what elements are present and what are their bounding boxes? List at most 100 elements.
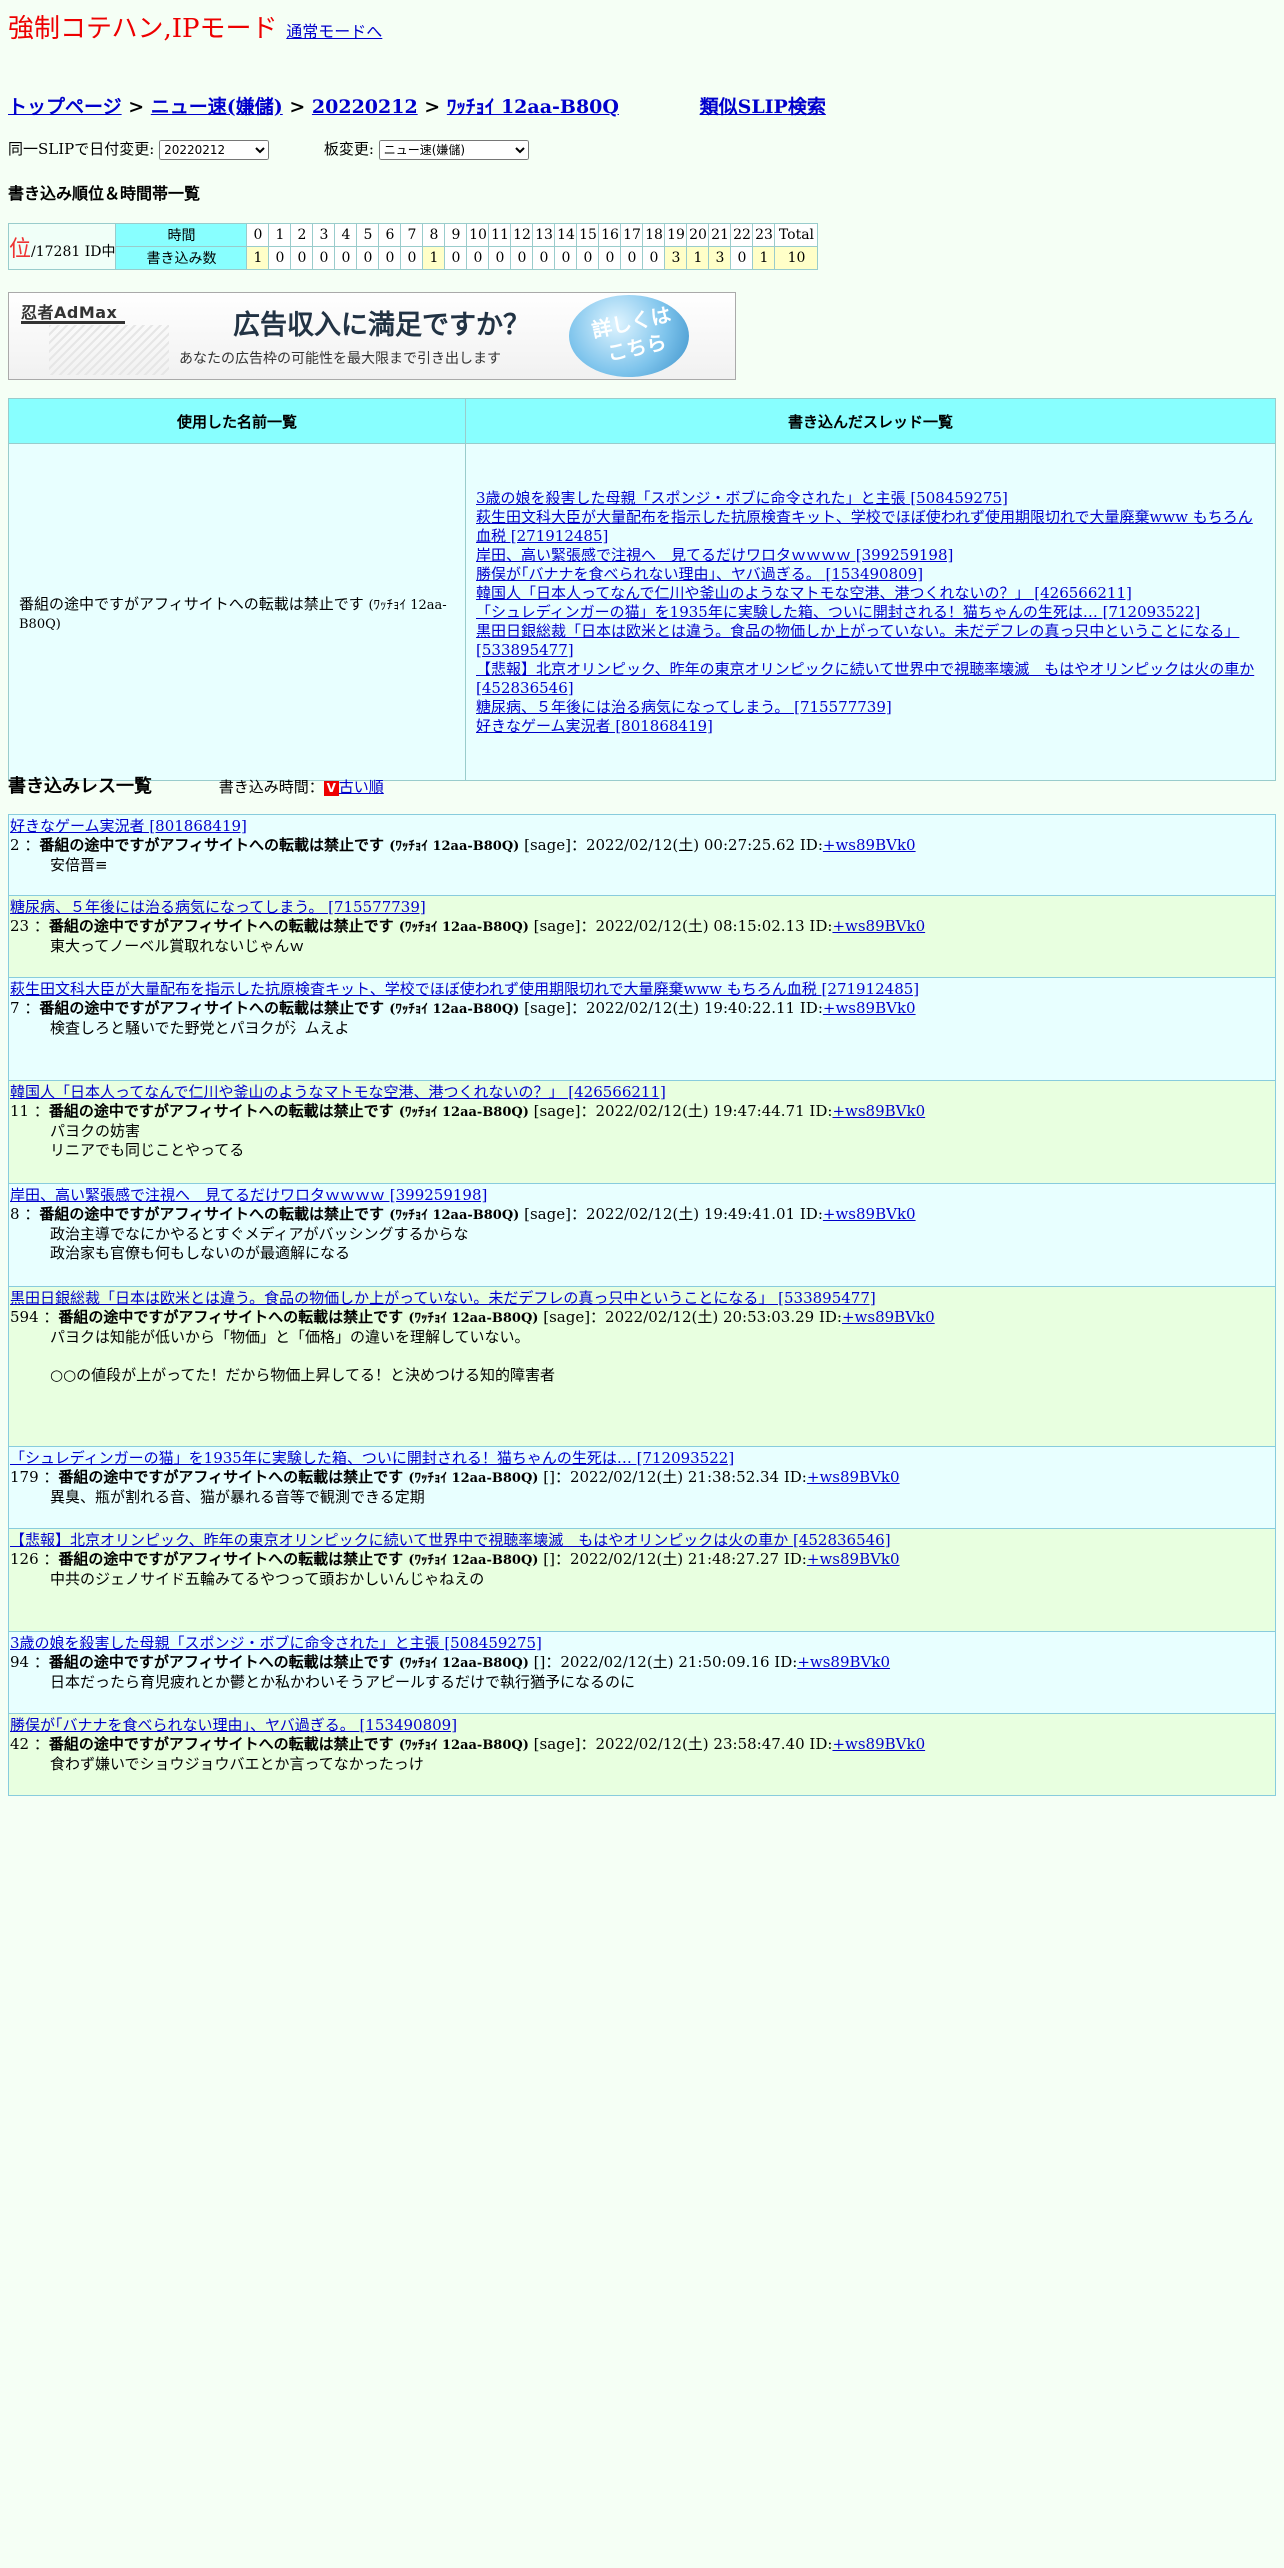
hour-cell: 7	[400, 223, 424, 247]
post-thread-link[interactable]: 「シュレディンガーの猫」を1935年に実験した箱、ついに開封される！猫ちゃんの生…	[10, 1449, 734, 1467]
hour-cell: 11	[488, 223, 512, 247]
thread-link[interactable]: 勝俣が｢バナナを食べられない理由｣、ヤバ過ぎる。 [153490809]	[476, 565, 1265, 584]
post-date: ：2022/02/12(土) 08:15:02.13 ID:	[580, 917, 833, 935]
post-author: 番組の途中ですがアフィサイトへの転載は禁止です (ﾜｯﾁｮｲ 12aa-B80Q…	[49, 1735, 529, 1753]
post-body: 異臭、瓶が割れる音、猫が暴れる音等で観測できる定期	[50, 1488, 425, 1506]
count-cell: 3	[708, 246, 732, 270]
date-select[interactable]: 20220212	[159, 140, 270, 160]
post-mail: [sage]	[533, 1102, 581, 1120]
hour-cell: 15	[576, 223, 600, 247]
board-select[interactable]: ニュー速(嫌儲)	[378, 140, 529, 160]
post-thread-link[interactable]: 韓国人「日本人ってなんで仁川や釜山のようなマトモな空港、港つくれないの？」 [4…	[10, 1083, 666, 1101]
breadcrumb-separator: >	[417, 96, 447, 118]
post-mail: []	[543, 1468, 555, 1486]
post-mail: [sage]	[524, 999, 571, 1017]
post-body: 中共のジェノサイド五輪みてるやつって頭おかしいんじゃねえの	[50, 1570, 485, 1588]
threads-header: 書き込んだスレッド一覧	[465, 398, 1276, 444]
post-id-link[interactable]: +ws89BVk0	[832, 1102, 925, 1120]
similar-slip-search-link[interactable]: 類似SLIP検索	[700, 96, 826, 118]
post-meta: 179 ：番組の途中ですがアフィサイトへの転載は禁止です (ﾜｯﾁｮｲ 12aa…	[10, 1468, 900, 1486]
count-cell: 1	[686, 246, 710, 270]
thread-link[interactable]: 【悲報】北京オリンピック、昨年の東京オリンピックに続いて世界中で視聴率壊滅 もは…	[476, 660, 1265, 698]
names-cell: 番組の途中ですがアフィサイトへの転載は禁止です (ﾜｯﾁｮｲ 12aa-B80Q…	[8, 443, 466, 781]
normal-mode-link[interactable]: 通常モードへ	[286, 22, 382, 41]
post-thread-link[interactable]: 岸田、高い緊張感で注視へ 見てるだけワロタｗｗｗｗ [399259198]	[10, 1186, 487, 1204]
post-id-link[interactable]: +ws89BVk0	[832, 917, 925, 935]
ad-brand-logo: 忍者AdMax	[21, 303, 118, 322]
post-id-link[interactable]: +ws89BVk0	[842, 1308, 935, 1326]
hour-row: 位/17281 ID中 時間 0 1 2 3 4 5 6 7 8 9 10 11…	[7, 223, 819, 270]
post-author: 番組の途中ですがアフィサイトへの転載は禁止です (ﾜｯﾁｮｲ 12aa-B80Q…	[39, 836, 519, 854]
post-id-link[interactable]: +ws89BVk0	[797, 1653, 890, 1671]
post-id-link[interactable]: +ws89BVk0	[807, 1468, 900, 1486]
ad-decoration	[49, 325, 169, 375]
count-cell: 0	[620, 246, 644, 270]
post-body: 食わず嫌いでショウジョウバエとか言ってなかったっけ	[50, 1755, 424, 1773]
breadcrumb-date-link[interactable]: 20220212	[312, 96, 418, 118]
count-row-label: 書き込み数	[115, 246, 248, 270]
post-thread-link[interactable]: 萩生田文科大臣が大量配布を指示した抗原検査キット、学校でほぼ使われず使用期限切れ…	[10, 980, 919, 998]
post-author-name: 番組の途中ですがアフィサイトへの転載は禁止です	[48, 1102, 394, 1120]
selector-row: 同一SLIPで日付変更: 20220212 板変更: ニュー速(嫌儲)	[8, 138, 529, 160]
hour-cell: 4	[334, 223, 358, 247]
post-number: 126	[10, 1550, 39, 1568]
count-cell: 0	[334, 246, 358, 270]
post-author-slip: (ﾜｯﾁｮｲ 12aa-B80Q)	[389, 1208, 520, 1223]
thread-link[interactable]: 好きなゲーム実況者 [801868419]	[476, 717, 1265, 736]
post-item: 【悲報】北京オリンピック、昨年の東京オリンピックに続いて世界中で視聴率壊滅 もは…	[8, 1529, 1276, 1632]
count-cell: 0	[444, 246, 468, 270]
post-number: 179	[10, 1468, 39, 1486]
post-id-link[interactable]: +ws89BVk0	[823, 836, 916, 854]
thread-link[interactable]: 岸田、高い緊張感で注視へ 見てるだけワロタｗｗｗｗ [399259198]	[476, 546, 1265, 565]
hour-cell: 18	[642, 223, 666, 247]
sort-oldest-link[interactable]: 古い順	[339, 778, 384, 796]
post-thread-link[interactable]: 勝俣が｢バナナを食べられない理由｣、ヤバ過ぎる。 [153490809]	[10, 1716, 457, 1734]
post-author: 番組の途中ですがアフィサイトへの転載は禁止です (ﾜｯﾁｮｲ 12aa-B80Q…	[39, 1205, 519, 1223]
count-cell: 0	[488, 246, 512, 270]
post-id-link[interactable]: +ws89BVk0	[823, 1205, 916, 1223]
post-date: ：2022/02/12(土) 20:53:03.29 ID:	[590, 1308, 842, 1326]
sort-down-icon[interactable]: V	[323, 780, 339, 796]
post-number: 23	[10, 917, 30, 935]
breadcrumb-board-link[interactable]: ニュー速(嫌儲)	[151, 96, 283, 118]
post-item: 好きなゲーム実況者 [801868419] 2 ：番組の途中ですがアフィサイトへの…	[8, 814, 1276, 896]
post-thread-link[interactable]: 糖尿病、５年後には治る病気になってしまう。 [715577739]	[10, 898, 426, 916]
thread-link[interactable]: 糖尿病、５年後には治る病気になってしまう。 [715577739]	[476, 698, 1265, 717]
post-thread-link[interactable]: 好きなゲーム実況者 [801868419]	[10, 817, 247, 835]
count-cell: 0	[554, 246, 578, 270]
ad-banner[interactable]: 忍者AdMax 広告収入に満足ですか？ あなたの広告枠の可能性を最大限まで引き出…	[8, 292, 736, 380]
post-id-link[interactable]: +ws89BVk0	[823, 999, 916, 1017]
post-thread-link[interactable]: 【悲報】北京オリンピック、昨年の東京オリンピックに続いて世界中で視聴率壊滅 もは…	[10, 1531, 891, 1549]
thread-link[interactable]: 韓国人「日本人ってなんで仁川や釜山のようなマトモな空港、港つくれないの？」 [4…	[476, 584, 1265, 603]
thread-link[interactable]: 萩生田文科大臣が大量配布を指示した抗原検査キット、学校でほぼ使われず使用期限切れ…	[476, 508, 1265, 546]
posts-list: 好きなゲーム実況者 [801868419] 2 ：番組の途中ですがアフィサイトへの…	[8, 814, 1276, 1796]
hour-cell: 8	[422, 223, 446, 247]
thread-link[interactable]: 「シュレディンガーの猫」を1935年に実験した箱、ついに開封される！猫ちゃんの生…	[476, 603, 1265, 622]
post-number: 8	[10, 1205, 20, 1223]
hour-cell: 5	[356, 223, 380, 247]
hour-cell: 12	[510, 223, 534, 247]
thread-link[interactable]: 黒田日銀総裁「日本は欧米とは違う。食品の物価しか上がっていない。未だデフレの真っ…	[476, 622, 1265, 660]
hour-cell: 17	[620, 223, 644, 247]
post-author-slip: (ﾜｯﾁｮｲ 12aa-B80Q)	[398, 1656, 529, 1671]
names-header: 使用した名前一覧	[8, 398, 466, 444]
post-thread-link[interactable]: 3歳の娘を殺害した母親「スポンジ・ボブに命令された」と主張 [508459275…	[10, 1634, 542, 1652]
rank-cell: 位/17281 ID中	[7, 223, 117, 270]
breadcrumb-slip-link[interactable]: ﾜｯﾁｮｲ 12aa-B80Q	[447, 96, 619, 118]
post-item: 黒田日銀総裁「日本は欧米とは違う。食品の物価しか上がっていない。未だデフレの真っ…	[8, 1287, 1276, 1447]
thread-link[interactable]: 3歳の娘を殺害した母親「スポンジ・ボブに命令された」と主張 [508459275…	[476, 489, 1265, 508]
post-author-slip: (ﾜｯﾁｮｲ 12aa-B80Q)	[408, 1553, 539, 1568]
post-number: 42	[10, 1735, 30, 1753]
count-cell: 0	[290, 246, 314, 270]
breadcrumb-top-link[interactable]: トップページ	[8, 96, 122, 118]
post-id-link[interactable]: +ws89BVk0	[807, 1550, 900, 1568]
count-cell: 0	[730, 246, 754, 270]
count-cell: 1	[752, 246, 776, 270]
count-cell: 0	[312, 246, 336, 270]
post-mail: []	[543, 1550, 555, 1568]
post-thread-link[interactable]: 黒田日銀総裁「日本は欧米とは違う。食品の物価しか上がっていない。未だデフレの真っ…	[10, 1289, 876, 1307]
post-id-link[interactable]: +ws89BVk0	[832, 1735, 925, 1753]
post-author-name: 番組の途中ですがアフィサイトへの転載は禁止です	[48, 1653, 394, 1671]
post-body: 東大ってノーベル賞取れないじゃんｗ	[50, 937, 305, 955]
breadcrumb-separator: >	[121, 96, 151, 118]
